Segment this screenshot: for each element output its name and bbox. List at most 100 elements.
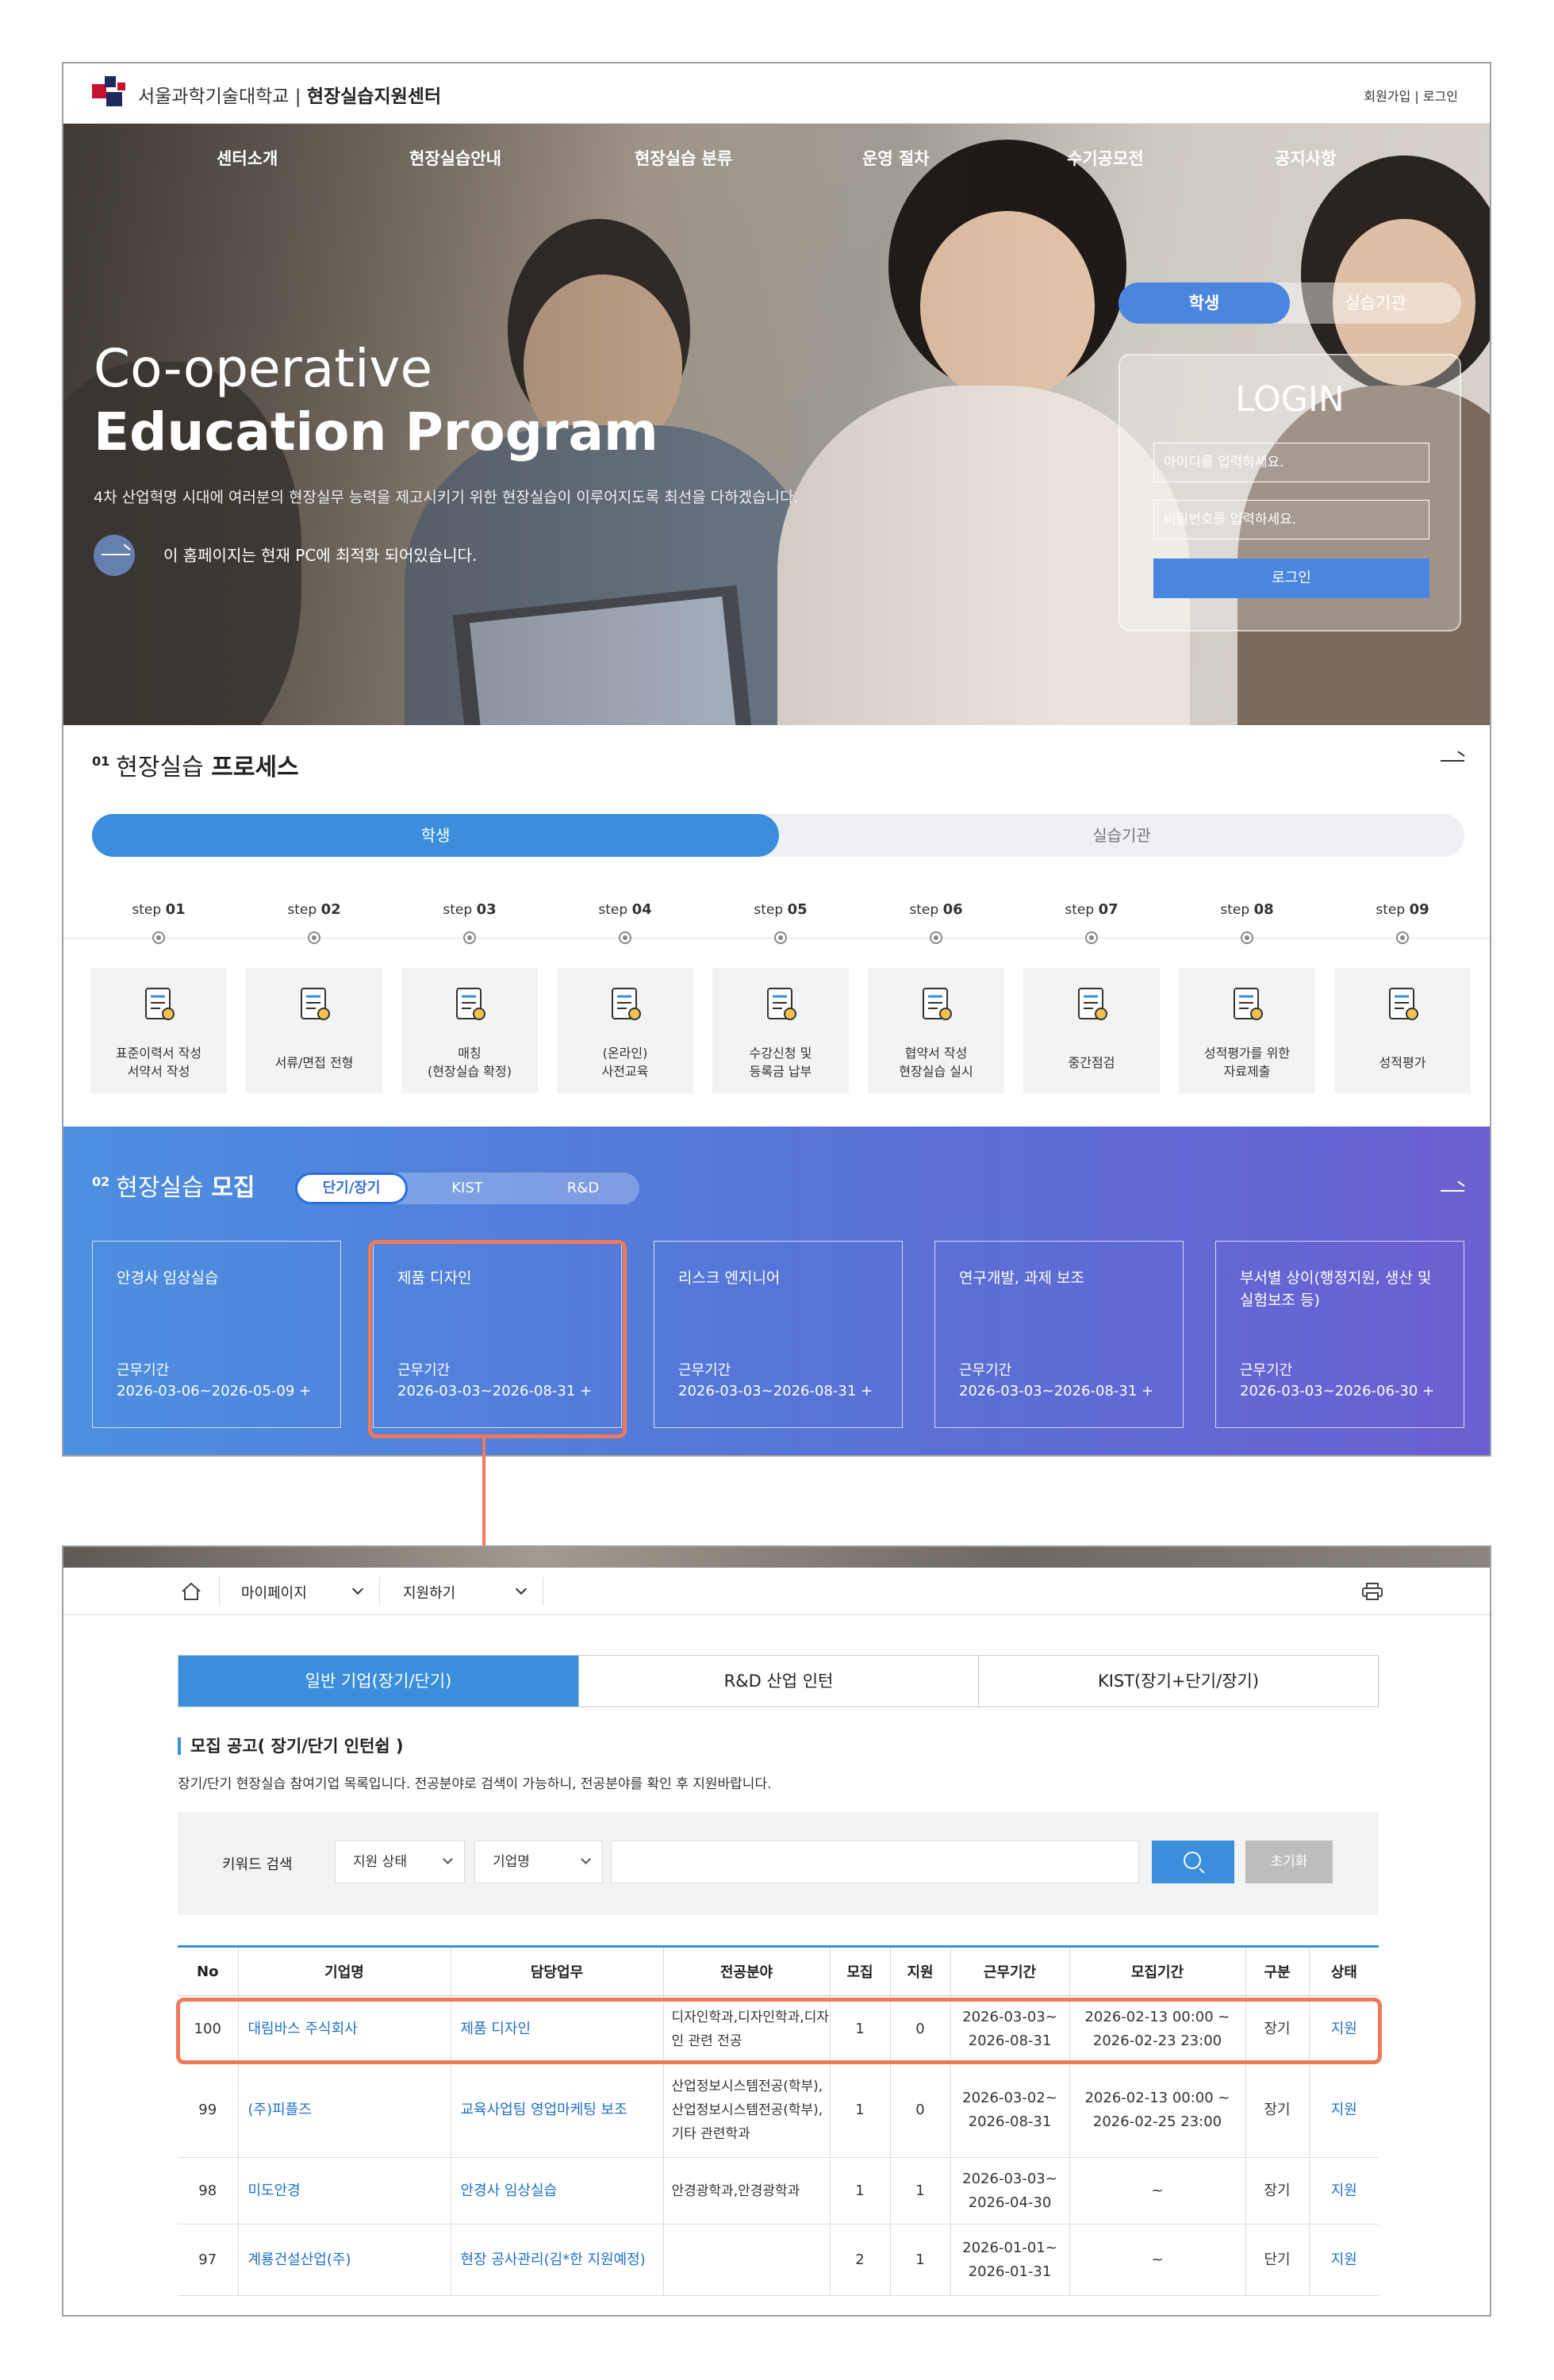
table-row[interactable]: 99 (주)피플즈 교육사업팀 영업마케팅 보조 산업정보시스템전공(학부),산업정보…: [178, 2062, 1379, 2158]
step-card-line1: 성적평가: [1379, 1055, 1426, 1070]
process-step-card[interactable]: 서류/면접 전형: [246, 968, 382, 1093]
tab-rnd-intern[interactable]: R&D 산업 인턴: [578, 1656, 978, 1706]
recruit-more-arrow-icon[interactable]: [1441, 1190, 1464, 1192]
keyword-input[interactable]: [611, 1841, 1139, 1883]
process-tab-student[interactable]: 학생: [92, 814, 779, 857]
process-step-card[interactable]: 성적평가: [1334, 968, 1471, 1093]
cell-duty[interactable]: 현장 공사관리(김*한 지원예정): [450, 2224, 663, 2296]
process-title-light: 현장실습: [116, 754, 204, 781]
search-panel: 키워드 검색 지원 상태 기업명 초기화: [178, 1812, 1379, 1915]
step-prefix: step: [1220, 902, 1250, 918]
printer-icon[interactable]: [1361, 1582, 1383, 1601]
university-logo-icon[interactable]: [89, 76, 130, 111]
step-card-line2: 사전교육: [601, 1064, 649, 1079]
search-button[interactable]: [1152, 1841, 1234, 1883]
step-card-label: 표준이력서 작성 서약서 작성: [90, 1044, 227, 1081]
process-tab-organization[interactable]: 실습기관: [779, 814, 1464, 857]
recruit-tab-rnd[interactable]: R&D: [527, 1173, 639, 1204]
step-card-line1: 표준이력서 작성: [115, 1046, 202, 1061]
id-input[interactable]: 아이디를 입력하세요.: [1153, 443, 1429, 482]
recruit-card[interactable]: 리스크 엔지니어 근무기간 2026-03-03~2026-08-31 +: [654, 1241, 903, 1428]
chevron-down-icon: [581, 1854, 591, 1864]
step-prefix: step: [443, 902, 473, 918]
tab-kist[interactable]: KIST(장기+단기/장기): [978, 1656, 1378, 1706]
cell-period: ~: [1069, 2224, 1245, 2296]
login-button[interactable]: 로그인: [1153, 559, 1429, 598]
process-step-card[interactable]: (온라인) 사전교육: [557, 968, 693, 1093]
recruit-tab-short-long[interactable]: 단기/장기: [295, 1173, 408, 1204]
recruit-card-period: 2026-03-03~2026-06-30 +: [1240, 1383, 1435, 1399]
process-step-card[interactable]: 표준이력서 작성 서약서 작성: [90, 968, 227, 1093]
hero-banner: 센터소개 현장실습안내 현장실습 분류 운영 절차 수기공모전 공지사항 Co-…: [63, 124, 1490, 725]
step-label: step 01: [90, 901, 227, 944]
status-select[interactable]: 지원 상태: [335, 1841, 465, 1883]
process-step-card[interactable]: 수강신청 및 등록금 납부: [712, 968, 849, 1093]
step-prefix: step: [754, 902, 784, 918]
field-select[interactable]: 기업명: [474, 1841, 603, 1883]
reset-button[interactable]: 초기화: [1245, 1841, 1333, 1883]
nav-essay-contest[interactable]: 수기공모전: [1067, 146, 1144, 170]
recruit-title: 02 현장실습 모집: [92, 1168, 255, 1203]
process-step-card[interactable]: 중간점검: [1023, 968, 1160, 1093]
recruit-tab-kist[interactable]: KIST: [411, 1173, 524, 1204]
cell-recruit: 1: [829, 2157, 890, 2225]
home-icon[interactable]: [181, 1582, 201, 1601]
arrow-circle-icon[interactable]: [94, 535, 135, 576]
table-row[interactable]: 97 계룡건설산업(주) 현장 공사관리(김*한 지원예정) 2 1 2026-01-01…: [178, 2224, 1379, 2296]
column-header: 기업명: [237, 1945, 451, 1996]
tab-general-company[interactable]: 일반 기업(장기/단기): [178, 1656, 578, 1706]
process-step-card[interactable]: 성적평가를 위한 자료제출: [1179, 968, 1315, 1093]
nav-center-intro[interactable]: 센터소개: [217, 146, 278, 170]
nav-internship-guide[interactable]: 현장실습안내: [409, 146, 501, 170]
search-icon: [1184, 1852, 1201, 1869]
nav-operation-procedure[interactable]: 운영 절차: [862, 146, 930, 170]
brand-title[interactable]: 서울과학기술대학교 | 현장실습지원센터: [138, 81, 441, 108]
timeline-dot-icon: [1396, 931, 1409, 944]
cell-company[interactable]: 계룡건설산업(주): [237, 2224, 451, 2296]
highlight-selected-row: [176, 1998, 1382, 2064]
step-number: 03: [476, 901, 497, 918]
cell-status[interactable]: 지원: [1308, 2062, 1379, 2158]
step-card-line2: (현장실습 확정): [428, 1064, 512, 1079]
cell-company[interactable]: 미도안경: [237, 2157, 451, 2225]
timeline-dot-icon: [930, 931, 942, 944]
process-number: 01: [92, 754, 110, 769]
process-section: 01 현장실습 프로세스 학생 실습기관 step 01 표준이력서 작성 서약서 작…: [63, 725, 1490, 1127]
login-tab-organization[interactable]: 실습기관: [1290, 282, 1461, 324]
cell-recruit: 1: [829, 2062, 890, 2158]
process-step-card[interactable]: 협약서 작성 현장실습 실시: [868, 968, 1004, 1093]
cell-status[interactable]: 지원: [1308, 2157, 1379, 2225]
table-row[interactable]: 98 미도안경 안경사 임상실습 안경광학과,안경광학과 1 1 2026-03-03~ 2…: [178, 2157, 1379, 2225]
column-header: 상태: [1308, 1945, 1379, 1996]
step-card-label: 수강신청 및 등록금 납부: [712, 1044, 849, 1081]
chevron-down-icon[interactable]: [515, 1583, 528, 1595]
process-step-card[interactable]: 매칭 (현장실습 확정): [401, 968, 538, 1093]
step-number: 01: [165, 901, 186, 918]
breadcrumb-apply[interactable]: 지원하기: [403, 1582, 455, 1603]
process-more-arrow-icon[interactable]: [1441, 760, 1464, 762]
cell-duty[interactable]: 교육사업팀 영업마케팅 보조: [450, 2062, 663, 2158]
section-title: 모집 공고( 장기/단기 인턴쉽 ): [178, 1737, 404, 1755]
password-input[interactable]: 비밀번호를 입력하세요.: [1153, 500, 1429, 539]
chevron-down-icon[interactable]: [351, 1583, 364, 1595]
recruit-card[interactable]: 부서별 상이(행정지원, 생산 및 실험보조 등) 근무기간 2026-03-03~…: [1215, 1241, 1464, 1428]
column-header: 구분: [1245, 1945, 1309, 1996]
nav-internship-category[interactable]: 현장실습 분류: [635, 146, 732, 170]
cell-company[interactable]: (주)피플즈: [237, 2062, 451, 2158]
recruit-number: 02: [92, 1174, 110, 1189]
timeline-dot-icon: [463, 931, 476, 944]
hero-subtitle: 4차 산업혁명 시대에 여러분의 현장실무 능력을 제고시키기 위한 현장실습이…: [94, 489, 799, 506]
breadcrumb-mypage[interactable]: 마이페이지: [241, 1582, 307, 1603]
nav-notice[interactable]: 공지사항: [1275, 146, 1336, 170]
recruit-card-period: 2026-03-06~2026-05-09 +: [117, 1383, 312, 1399]
step-number: 04: [631, 901, 652, 918]
login-tab-student[interactable]: 학생: [1118, 282, 1290, 324]
recruit-card-period: 2026-03-03~2026-08-31 +: [959, 1383, 1154, 1399]
cell-type: 장기: [1245, 2062, 1309, 2158]
login-box: LOGIN 아이디를 입력하세요. 비밀번호를 입력하세요. 로그인: [1118, 354, 1461, 631]
recruit-card[interactable]: 안경사 임상실습 근무기간 2026-03-06~2026-05-09 +: [92, 1241, 341, 1428]
signup-login-links[interactable]: 회원가입 | 로그인: [1364, 86, 1458, 105]
cell-duty[interactable]: 안경사 임상실습: [450, 2157, 663, 2225]
recruit-card[interactable]: 연구개발, 과제 보조 근무기간 2026-03-03~2026-08-31 +: [934, 1241, 1184, 1428]
cell-status[interactable]: 지원: [1308, 2224, 1379, 2296]
